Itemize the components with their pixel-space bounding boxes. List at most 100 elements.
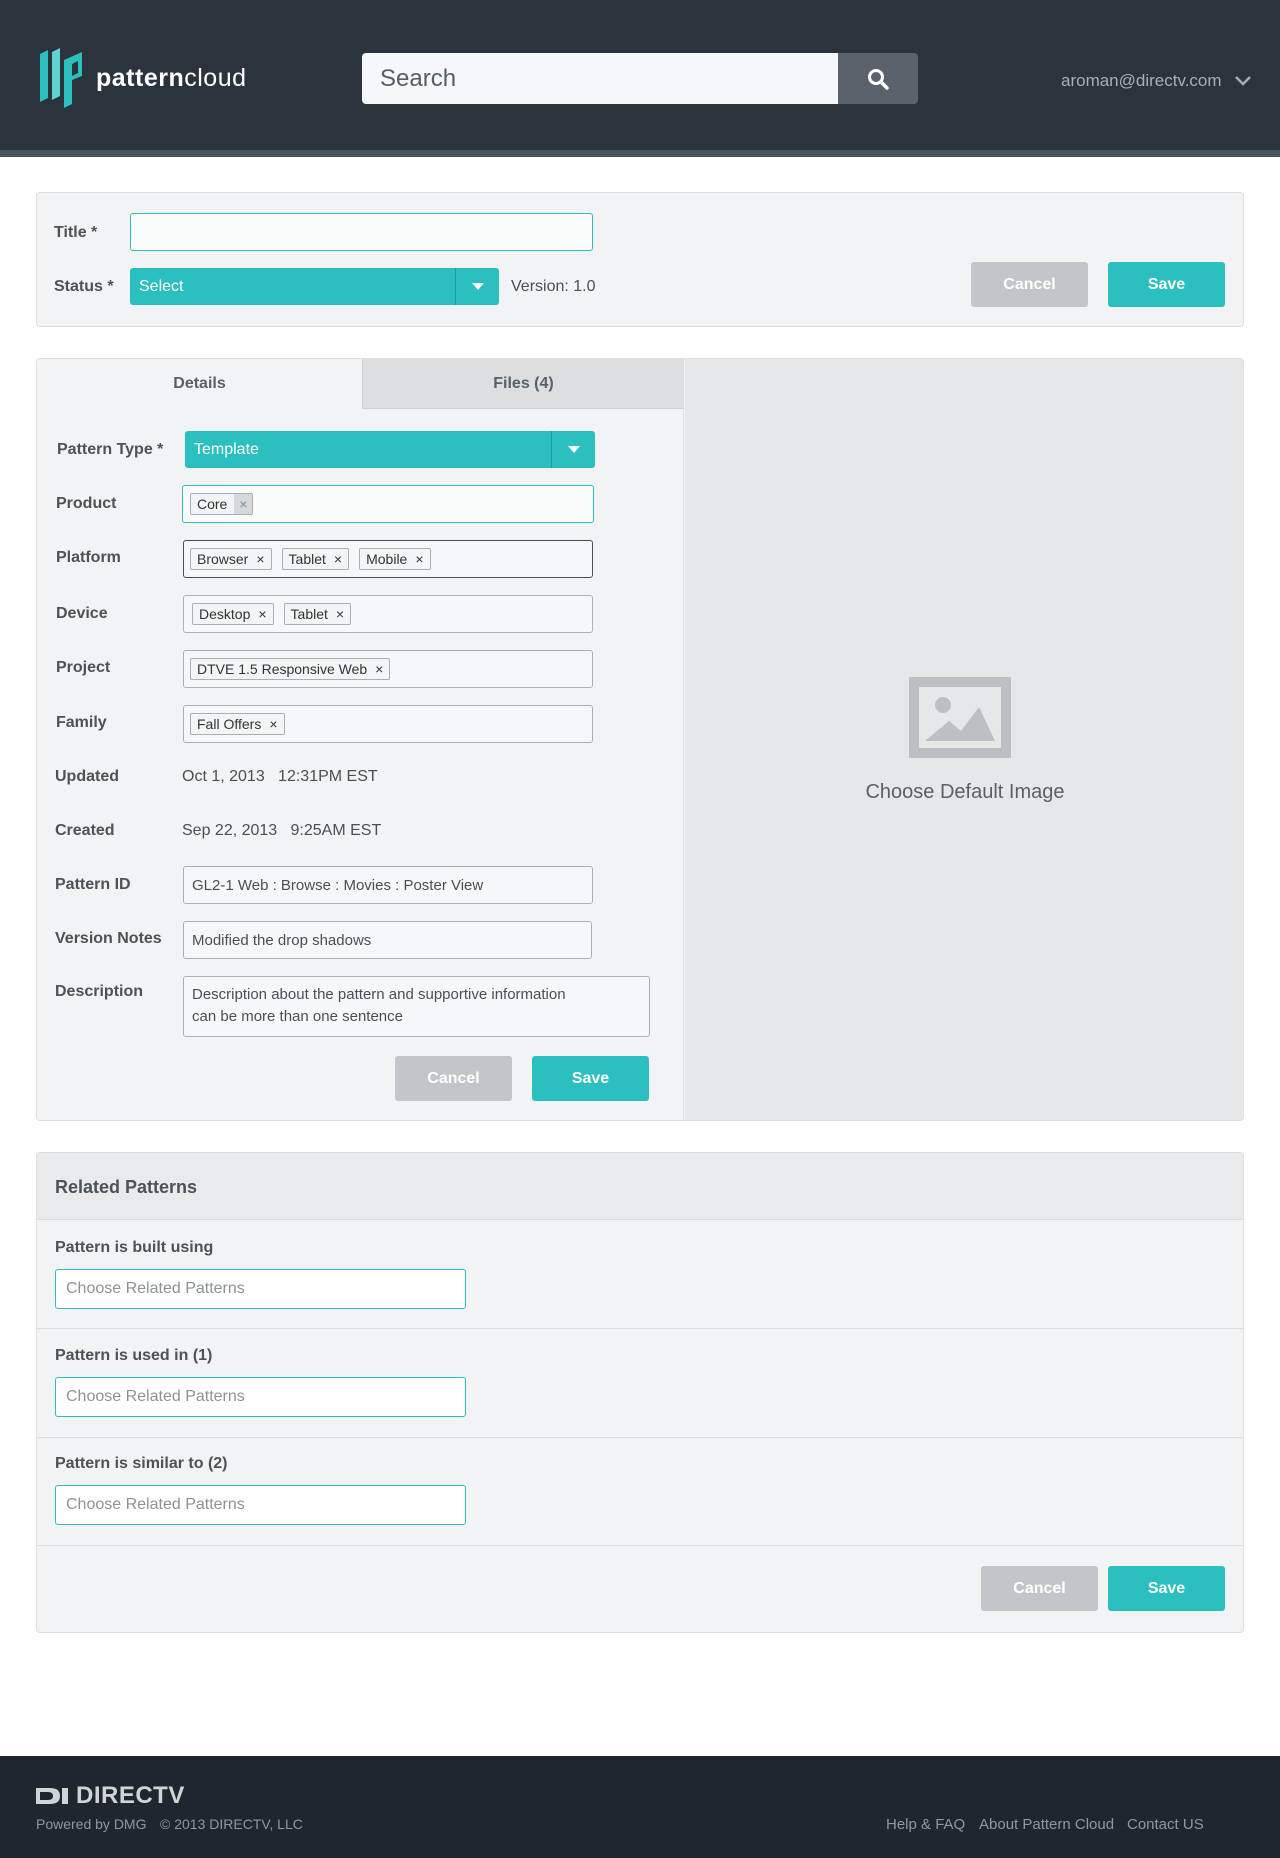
search-input[interactable] (362, 53, 838, 104)
details-cancel-button[interactable]: Cancel (395, 1056, 512, 1101)
tag-label: Mobile (366, 551, 408, 567)
chevron-down-icon (1234, 76, 1251, 86)
tab-files[interactable]: Files (4) (362, 359, 684, 409)
status-label: Status * (54, 278, 114, 295)
status-select[interactable]: Select (130, 268, 499, 305)
logo[interactable]: patterncloud (36, 46, 247, 110)
tag-label: Desktop (199, 606, 251, 622)
tag-label: Browser (197, 551, 249, 567)
remove-tag-icon[interactable]: × (336, 606, 344, 622)
remove-tag-icon[interactable]: × (415, 551, 423, 567)
built-using-input[interactable] (55, 1269, 466, 1309)
pattern-id-input[interactable]: GL2-1 Web : Browse : Movies : Poster Vie… (183, 866, 593, 904)
description-value: Description about the pattern and suppor… (192, 986, 566, 1025)
similar-to-label: Pattern is similar to (2) (55, 1455, 228, 1472)
device-label: Device (56, 605, 108, 622)
related-heading: Related Patterns (55, 1177, 198, 1197)
created-value: Sep 22, 2013 9:25AM EST (182, 822, 382, 839)
description-textarea[interactable]: Description about the pattern and suppor… (183, 976, 650, 1037)
divider (37, 1437, 1243, 1438)
tag-label: Tablet (290, 606, 328, 622)
remove-tag-icon[interactable]: × (258, 606, 266, 622)
used-in-input[interactable] (55, 1377, 466, 1417)
save-button[interactable]: Save (1108, 262, 1225, 307)
tag: DTVE 1.5 Responsive Web × (190, 658, 391, 680)
related-cancel-button[interactable]: Cancel (981, 1566, 1098, 1611)
cancel-button[interactable]: Cancel (971, 262, 1088, 307)
status-value: Select (139, 277, 184, 295)
pattern-type-value: Template (194, 440, 259, 458)
directv-logo-icon (36, 1788, 68, 1804)
tag-label: Tablet (288, 551, 326, 567)
image-placeholder-icon (909, 677, 1011, 758)
tag: Core × (190, 493, 254, 515)
project-tag-input[interactable]: DTVE 1.5 Responsive Web × (183, 650, 593, 688)
remove-tag-icon[interactable]: × (334, 551, 342, 567)
title-label: Title * (54, 224, 98, 241)
pattern-type-select[interactable]: Template (185, 431, 595, 468)
user-menu[interactable]: aroman@directv.com (1061, 71, 1252, 91)
divider (37, 1219, 1243, 1220)
tag: Tablet × (283, 603, 352, 625)
similar-to-input[interactable] (55, 1485, 466, 1525)
user-email: aroman@directv.com (1061, 71, 1222, 90)
updated-value: Oct 1, 2013 12:31PM EST (182, 768, 378, 785)
tag: Browser × (190, 548, 272, 570)
device-tag-input[interactable]: Desktop × Tablet × (183, 595, 593, 633)
dropdown-arrow-icon (455, 268, 499, 305)
built-using-label: Pattern is built using (55, 1239, 214, 1256)
search-icon (868, 68, 889, 90)
product-tag-input[interactable]: Core × (182, 485, 594, 523)
related-save-button[interactable]: Save (1108, 1566, 1225, 1611)
remove-tag-icon[interactable]: × (256, 551, 264, 567)
copyright-text: © 2013 DIRECTV, LLC (160, 1816, 303, 1832)
footer-link-about[interactable]: About Pattern Cloud (979, 1816, 1114, 1833)
pattern-type-label: Pattern Type * (57, 441, 164, 458)
product-label: Product (56, 495, 117, 512)
title-input[interactable] (130, 213, 593, 251)
tag-label: DTVE 1.5 Responsive Web (197, 661, 368, 677)
version-notes-value: Modified the drop shadows (192, 931, 372, 949)
related-header: Related Patterns (37, 1153, 1243, 1219)
platform-label: Platform (56, 549, 121, 566)
project-label: Project (56, 659, 111, 676)
dropdown-arrow-icon (551, 431, 595, 468)
tag: Tablet × (281, 548, 350, 570)
remove-tag-icon[interactable]: × (234, 494, 253, 514)
footer-link-help[interactable]: Help & FAQ (886, 1816, 965, 1833)
used-in-label: Pattern is used in (1) (55, 1347, 213, 1364)
tag: Mobile × (359, 548, 431, 570)
related-patterns-panel: Related Patterns Pattern is built using … (36, 1152, 1244, 1633)
family-label: Family (56, 714, 107, 731)
updated-label: Updated (55, 768, 119, 785)
footer: DIRECTV Powered by DMG © 2013 DIRECTV, L… (0, 1756, 1280, 1858)
search-button[interactable] (838, 53, 918, 104)
default-image-area[interactable]: Choose Default Image (685, 359, 1243, 1120)
pattern-id-value: GL2-1 Web : Browse : Movies : Poster Vie… (192, 876, 484, 894)
tag: Fall Offers × (190, 713, 285, 735)
logo-icon (36, 46, 86, 110)
details-form: Details Files (4) Pattern Type * Templat… (37, 359, 684, 1120)
footer-link-contact[interactable]: Contact US (1127, 1816, 1204, 1833)
pattern-id-label: Pattern ID (55, 876, 131, 893)
created-label: Created (55, 822, 115, 839)
top-header: patterncloud aroman@directv.com (0, 0, 1280, 157)
version-notes-label: Version Notes (55, 930, 162, 947)
details-panel: Details Files (4) Pattern Type * Templat… (36, 358, 1244, 1121)
powered-by-text: Powered by DMG (36, 1816, 147, 1832)
tag-label: Fall Offers (197, 716, 262, 732)
platform-tag-input[interactable]: Browser × Tablet × Mobile × (183, 540, 593, 578)
tag: Desktop × (192, 603, 274, 625)
tab-details[interactable]: Details (37, 359, 362, 409)
remove-tag-icon[interactable]: × (269, 716, 277, 732)
details-save-button[interactable]: Save (532, 1056, 649, 1101)
version-text: Version: 1.0 (511, 278, 596, 295)
directv-brand-text: DIRECTV (76, 1782, 185, 1809)
tag-label: Core (197, 496, 228, 512)
version-notes-input[interactable]: Modified the drop shadows (183, 921, 592, 959)
logo-text: patterncloud (96, 63, 247, 92)
choose-default-image-label[interactable]: Choose Default Image (685, 781, 1243, 804)
family-tag-input[interactable]: Fall Offers × (183, 705, 593, 743)
remove-tag-icon[interactable]: × (375, 661, 383, 677)
directv-logo[interactable]: DIRECTV (36, 1782, 185, 1810)
